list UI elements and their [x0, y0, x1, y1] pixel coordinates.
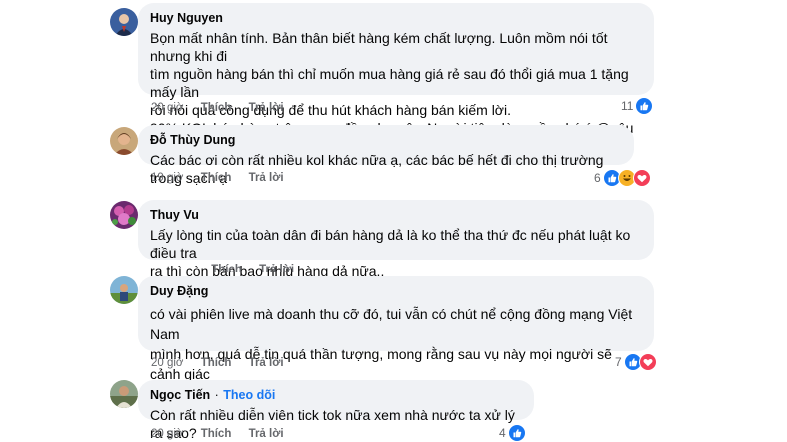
like-button[interactable]: Thích — [201, 101, 232, 115]
comment-time[interactable]: 19 giờ — [151, 171, 183, 185]
love-reaction-icon — [632, 169, 651, 187]
comment-actions: 20 giờ Thích Trả lời — [151, 101, 298, 115]
comment-author[interactable]: Thuy Vu — [150, 207, 199, 223]
avatar[interactable] — [110, 276, 138, 304]
reply-button[interactable]: Trả lời — [259, 263, 294, 272]
reply-button[interactable]: Trả lời — [249, 427, 284, 441]
like-button[interactable]: Thích — [201, 427, 232, 441]
comment-author[interactable]: Duy Đặng — [150, 283, 208, 299]
comment-time[interactable]: 20 giờ — [151, 101, 183, 115]
avatar[interactable] — [110, 127, 138, 155]
avatar[interactable] — [110, 380, 138, 408]
comment-actions: Thích Trả lời — [151, 263, 308, 272]
avatar[interactable] — [110, 8, 138, 36]
reaction-count: 6 — [594, 171, 601, 185]
love-reaction-icon — [638, 353, 657, 371]
comment-actions: 20 giờ Thích Trả lời — [151, 427, 298, 441]
comment-bubble: Duy Đặng có vài phiên live mà doanh thu … — [138, 276, 654, 402]
reaction-count: 4 — [499, 426, 506, 440]
comment-actions: 20 giờ Thích Trả lời — [151, 356, 298, 370]
comment-actions: 19 giờ Thích Trả lời — [151, 171, 298, 185]
avatar[interactable] — [110, 201, 138, 229]
reaction-summary[interactable]: 6 — [594, 169, 651, 187]
like-button[interactable]: Thích — [201, 171, 232, 185]
reaction-summary[interactable]: 4 — [499, 424, 526, 442]
like-button[interactable]: Thích — [211, 263, 242, 272]
follow-button[interactable]: Theo dõi — [223, 388, 275, 402]
comment-time[interactable]: 20 giờ — [151, 427, 183, 441]
reply-button[interactable]: Trả lời — [249, 356, 284, 370]
comment-author[interactable]: Ngọc Tiến — [150, 387, 210, 403]
comment-time[interactable]: 20 giờ — [151, 356, 183, 370]
reaction-count: 7 — [615, 355, 622, 369]
comment-author[interactable]: Huy Nguyen — [150, 10, 223, 26]
reaction-summary[interactable]: 7 — [615, 353, 657, 371]
reply-button[interactable]: Trả lời — [249, 171, 284, 185]
comment-author[interactable]: Đỗ Thùy Dung — [150, 132, 235, 148]
reaction-summary[interactable]: 11 — [621, 97, 654, 115]
comment-bubble: Đỗ Thùy Dung Các bác ơi còn rất nhiều ko… — [138, 125, 634, 186]
comment-bubble: Thuy Vu Lấy lòng tin của toàn dân đi bán… — [138, 200, 654, 279]
comment-bubble: Huy Nguyen Bọn mất nhân tính. Bản thân b… — [138, 3, 654, 154]
reaction-count: 11 — [621, 99, 634, 113]
like-button[interactable]: Thích — [201, 356, 232, 370]
comment-bubble: Ngọc Tiến · Theo dõi Còn rất nhiều diễn … — [138, 380, 534, 441]
like-reaction-icon — [635, 97, 654, 115]
like-reaction-icon — [507, 424, 526, 442]
reply-button[interactable]: Trả lời — [249, 101, 284, 115]
